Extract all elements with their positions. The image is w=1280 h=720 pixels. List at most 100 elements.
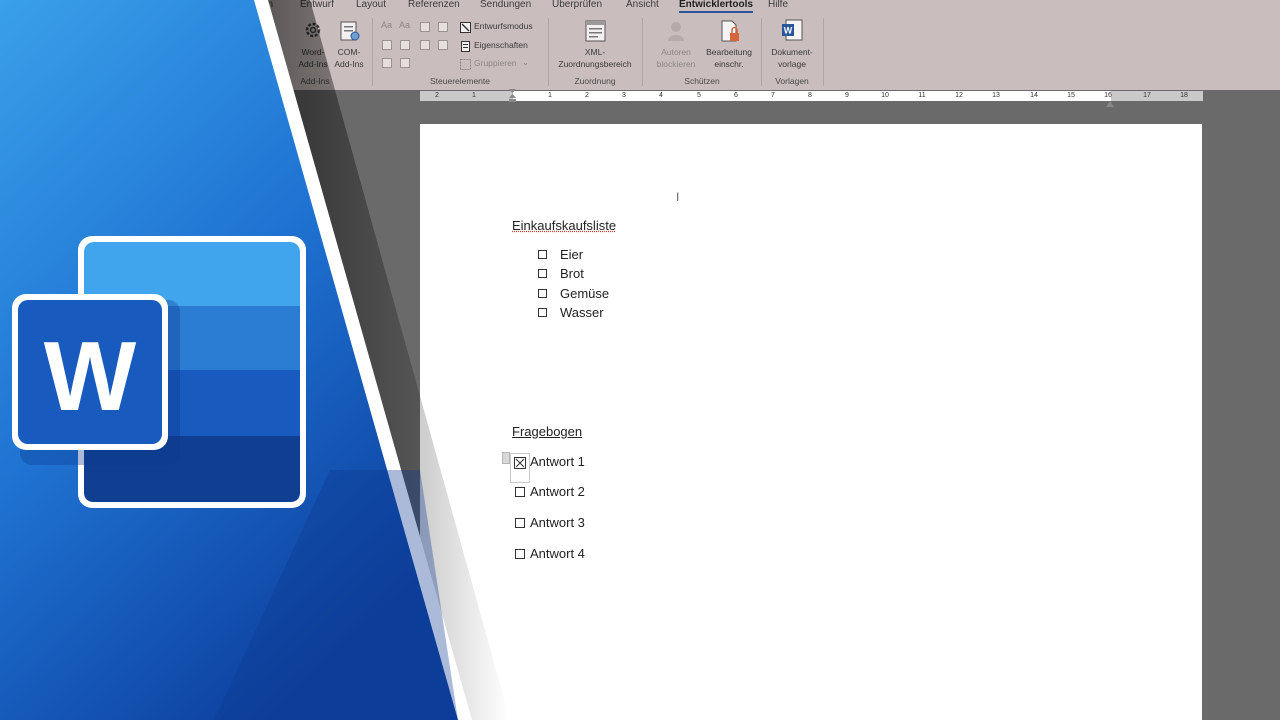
tab-developer[interactable]: Entwicklertools: [679, 0, 753, 13]
group-label-controls: Steuerelemente: [429, 76, 491, 86]
overlay-blue-panel: [0, 0, 458, 720]
answer-label: Antwort 2: [530, 484, 585, 499]
tab-review[interactable]: Überprüfen: [552, 0, 602, 10]
ruler-left-margin: [420, 91, 513, 101]
group-label-templates: Vorlagen: [775, 76, 809, 86]
ruler-tick: 11: [918, 92, 926, 99]
checkbox-control-icon[interactable]: [382, 40, 392, 50]
ruler-tick: 15: [1067, 92, 1075, 99]
ribbon-tab-strip: en Entwurf Layout Referenzen Sendungen Ü…: [0, 0, 1280, 14]
indent-marker-icon[interactable]: [508, 89, 517, 108]
tab-mailings[interactable]: Sendungen: [480, 0, 531, 10]
ruler-tick: 10: [881, 92, 889, 99]
document-template-button[interactable]: Dokument- vorlage: [771, 46, 813, 70]
tab-help[interactable]: Hilfe: [768, 0, 788, 10]
ruler-tick: 1: [548, 92, 552, 99]
checkbox-icon[interactable]: [515, 487, 525, 497]
group-separator: [761, 18, 762, 86]
ruler-tick: 8: [808, 92, 812, 99]
checkbox-icon[interactable]: [538, 269, 547, 278]
chevron-down-icon: ⌄: [522, 57, 530, 67]
word-logo-icon: W: [12, 236, 306, 508]
checkbox-icon[interactable]: [538, 308, 547, 317]
group-label-addins: Add-Ins: [300, 76, 330, 86]
group-separator: [548, 18, 549, 86]
ruler-tick: 6: [734, 92, 738, 99]
group-label-protect: Schützen: [684, 76, 720, 86]
answer-label: Antwort 1: [530, 454, 585, 469]
word-window: en Entwurf Layout Referenzen Sendungen Ü…: [0, 0, 1280, 720]
building-block-control-icon[interactable]: [438, 22, 448, 32]
checkbox-icon[interactable]: [515, 549, 525, 559]
picture-control-icon[interactable]: [420, 22, 430, 32]
ruler-tick: 2: [435, 92, 439, 99]
xml-mapping-pane-button[interactable]: XML- Zuordnungsbereich: [558, 46, 631, 70]
legacy-tools-icon[interactable]: [400, 58, 410, 68]
checked-checkbox-icon[interactable]: [514, 456, 526, 474]
ruler-tick: 12: [955, 92, 963, 99]
lock-document-icon: [719, 20, 741, 47]
answer-label: Antwort 4: [530, 546, 585, 561]
ruler-right-margin: [1111, 91, 1203, 101]
horizontal-ruler[interactable]: 2 1 1 2 3 4 5 6 7 8 9 10 11 12 13 14 15 …: [420, 89, 1203, 107]
list-item-label: Gemüse: [560, 286, 610, 301]
plaintext-control-icon[interactable]: Aa: [399, 20, 410, 30]
com-addins-button[interactable]: COM- Add-Ins: [334, 46, 363, 70]
text-cursor-icon: I: [676, 190, 680, 204]
tab-references[interactable]: Referenzen: [408, 0, 460, 10]
word-addins-button[interactable]: Word- Add-Ins: [298, 46, 327, 70]
richtext-control-icon[interactable]: Aa: [381, 20, 392, 30]
block-authors-icon: [666, 20, 688, 47]
block-authors-button[interactable]: Autoren blockieren: [657, 46, 696, 70]
restrict-editing-button[interactable]: Bearbeitung einschr.: [706, 46, 752, 70]
shopping-list-title: Einkaufskaufsliste: [512, 218, 617, 233]
group-button[interactable]: Gruppieren: [474, 58, 517, 68]
list-item-label: Wasser: [560, 305, 604, 320]
properties-button[interactable]: Eigenschaften: [474, 40, 528, 50]
content-control-handle[interactable]: [502, 452, 510, 464]
group-separator: [642, 18, 643, 86]
tab-design[interactable]: Entwurf: [300, 0, 334, 10]
questionnaire-title: Fragebogen: [512, 424, 583, 439]
combobox-control-icon[interactable]: [400, 40, 410, 50]
tab-layout[interactable]: Layout: [356, 0, 386, 10]
date-picker-control-icon[interactable]: [438, 40, 448, 50]
document-page[interactable]: I Einkaufskaufsliste Eier Brot Gemüse Wa…: [420, 124, 1202, 720]
group-icon: [460, 57, 471, 75]
ruler-tick: 5: [697, 92, 701, 99]
ruler-tick: 17: [1143, 92, 1151, 99]
checkbox-icon[interactable]: [538, 250, 547, 259]
list-item-label: Brot: [560, 266, 584, 281]
ribbon: Word- Add-Ins COM- Add-Ins Add-Ins Aa Aa…: [0, 14, 1280, 91]
ruler-tick: 9: [845, 92, 849, 99]
checkbox-icon[interactable]: [538, 289, 547, 298]
design-mode-button[interactable]: Entwurfsmodus: [474, 21, 533, 31]
group-separator: [372, 18, 373, 86]
word-logo-letter: W: [44, 321, 137, 431]
dropdown-control-icon[interactable]: [420, 40, 430, 50]
checkbox-icon[interactable]: [515, 518, 525, 528]
xml-mapping-icon: [585, 20, 606, 47]
group-separator: [823, 18, 824, 86]
tab-start[interactable]: en: [262, 0, 273, 10]
ruler-tick: 1: [472, 92, 476, 99]
repeating-section-icon[interactable]: [382, 58, 392, 68]
tab-view[interactable]: Ansicht: [626, 0, 659, 10]
gear-icon: [303, 20, 323, 45]
properties-icon: [460, 39, 471, 57]
ruler-tick: 13: [992, 92, 1000, 99]
word-template-icon: W: [781, 19, 803, 46]
list-item-label: Eier: [560, 247, 584, 262]
group-label-mapping: Zuordnung: [574, 76, 616, 86]
ruler-tick: 18: [1180, 92, 1188, 99]
design-mode-icon: [460, 20, 471, 38]
com-addins-icon: [339, 20, 361, 47]
ruler-tick: 4: [659, 92, 663, 99]
ruler-tick: 14: [1030, 92, 1038, 99]
ruler-tick: 7: [771, 92, 775, 99]
ruler-tick: 3: [622, 92, 626, 99]
answer-label: Antwort 3: [530, 515, 585, 530]
right-indent-marker-icon[interactable]: [1106, 94, 1114, 112]
svg-text:W: W: [784, 26, 793, 36]
ruler-tick: 2: [585, 92, 589, 99]
